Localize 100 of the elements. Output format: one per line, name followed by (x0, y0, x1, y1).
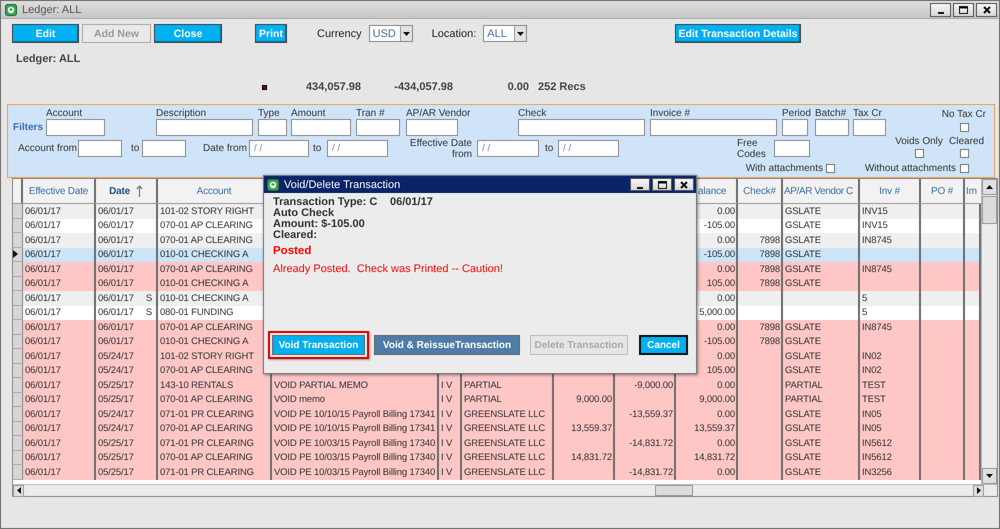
table-cell: 070-01 AP CLEARING (160, 365, 253, 376)
table-cell: GREENSLATE LLC (464, 438, 546, 449)
table-cell: 14,831.72 (571, 452, 612, 464)
table-cell: 06/01/17 (25, 264, 61, 275)
table-cell: I V (441, 394, 452, 406)
table-cell: GSLATE (785, 206, 821, 217)
table-cell: 05/24/17 (98, 365, 134, 376)
table-cell: -105.00 (704, 249, 735, 260)
table-cell: GREENSLATE LLC (464, 452, 546, 464)
table-cell: 06/01/17 (25, 380, 61, 391)
table-cell: PARTIAL (785, 394, 823, 406)
table-cell: GSLATE (785, 234, 821, 246)
table-cell: 06/01/17 (25, 206, 61, 217)
checkbox-label: Without attachments (864, 162, 956, 174)
table-cell: 0.00 (717, 206, 735, 217)
table-cell: VOID memo (274, 394, 325, 406)
table-cell: VOID PE 10/10/15 Payroll Billing 17341 (274, 423, 436, 434)
table-cell: 06/01/17 (98, 307, 134, 318)
table-cell: 101-02 STORY RIGHT (160, 350, 254, 362)
table-cell: IN3256 (862, 466, 892, 478)
table-cell: 0.00 (717, 322, 735, 333)
table-cell: 06/01/17 (98, 249, 134, 260)
currency-label: Currency (317, 28, 362, 40)
field-label: Account (46, 108, 84, 119)
checkbox-label: Cleared (949, 136, 986, 147)
table-cell: 7898 (759, 322, 780, 333)
table-cell: VOID PE 10/10/15 Payroll Billing 17341 (274, 408, 436, 420)
detail-text: Auto Check (273, 208, 334, 219)
table-cell: IN05 (862, 408, 882, 420)
table-cell: 105.00 (706, 278, 735, 290)
table-cell: GSLATE (785, 350, 821, 362)
record-count: 252 Recs (538, 81, 586, 93)
table-cell: -13,559.37 (629, 408, 673, 420)
table-cell: 070-01 AP CLEARING (160, 452, 253, 464)
table-cell: PARTIAL (464, 380, 502, 391)
transaction-type: Transaction Type: C (273, 197, 378, 208)
checkbox-label: Voids Only (895, 136, 943, 147)
table-cell: IN02 (862, 350, 882, 362)
table-cell: GREENSLATE LLC (464, 408, 546, 420)
field-label: Type (258, 108, 281, 119)
table-cell: 5 (862, 292, 868, 304)
field-label: to (545, 143, 554, 154)
filters-label: Filters (13, 122, 43, 133)
table-cell: 05/25/17 (98, 452, 134, 464)
table-cell: 070-01 AP CLEARING (160, 394, 253, 406)
table-cell: GREENSLATE LLC (464, 423, 546, 434)
field-label: Description (156, 108, 208, 119)
table-cell: GSLATE (785, 278, 821, 290)
field-label: Invoice # (650, 108, 692, 119)
table-cell: 06/01/17 (25, 423, 61, 434)
table-cell: 071-01 PR CLEARING (160, 408, 254, 420)
checkbox-label: No Tax Cr (940, 109, 986, 120)
table-cell: 080-01 FUNDING (160, 307, 234, 318)
table-cell: 010-01 CHECKING A (160, 292, 248, 304)
table-cell: IN8745 (862, 264, 892, 275)
table-cell: 06/01/17 (25, 278, 61, 290)
table-cell: 0.00 (717, 234, 735, 246)
table-cell: 06/01/17 (25, 438, 61, 449)
table-cell: 06/01/17 (25, 365, 61, 376)
table-cell: 06/01/17 (98, 206, 134, 217)
field-label: Batch# (815, 108, 848, 119)
detail-text: Cleared: (273, 230, 318, 241)
status-text: Posted (273, 246, 312, 257)
table-cell: VOID PE 10/03/15 Payroll Billing 17340 (274, 466, 436, 478)
table-cell: VOID PE 10/03/15 Payroll Billing 17340 (274, 438, 436, 449)
table-cell: GSLATE (785, 220, 821, 232)
table-cell: GSLATE (785, 336, 821, 348)
table-cell: GSLATE (785, 438, 821, 449)
location-label: Location: (432, 28, 476, 40)
table-cell: I V (441, 452, 452, 464)
table-cell: 070-01 AP CLEARING (160, 220, 253, 232)
field-label: Date from (203, 143, 247, 154)
table-cell: 5 (862, 307, 868, 318)
ledger-label: Ledger: ALL (16, 53, 82, 65)
warning-text: Already Posted. Check was Printed -- Caution! (273, 264, 504, 275)
field-label: Tran # (356, 108, 386, 119)
window-title: Ledger: ALL (22, 4, 82, 16)
table-cell: 9,000.00 (576, 394, 612, 406)
table-cell: 06/01/17 (25, 452, 61, 464)
table-cell: INV15 (862, 206, 888, 217)
table-cell: 0.00 (717, 264, 735, 275)
table-cell: -105.00 (704, 336, 735, 348)
field-label: AP/AR Vendor (406, 108, 470, 119)
table-cell: 05/24/17 (98, 423, 134, 434)
table-cell: VOID PARTIAL MEMO (274, 380, 368, 391)
credit-total: -434,057.98 (393, 81, 453, 93)
table-cell: 06/01/17 (25, 336, 61, 348)
table-cell: PARTIAL (785, 380, 823, 391)
table-cell: 7898 (759, 336, 780, 348)
table-cell: 06/01/17 (25, 234, 61, 246)
field-label: Effective Date from (408, 138, 472, 160)
table-cell: 06/01/17 (25, 249, 61, 260)
balance-total: 0.00 (506, 81, 529, 93)
table-cell: I V (441, 380, 452, 391)
table-cell: 06/01/17 (98, 220, 134, 232)
table-cell: 06/01/17 (25, 220, 61, 232)
table-cell: 0.00 (717, 466, 735, 478)
table-cell: GSLATE (785, 452, 821, 464)
table-cell: 070-01 AP CLEARING (160, 423, 253, 434)
table-cell: IN8745 (862, 234, 892, 246)
